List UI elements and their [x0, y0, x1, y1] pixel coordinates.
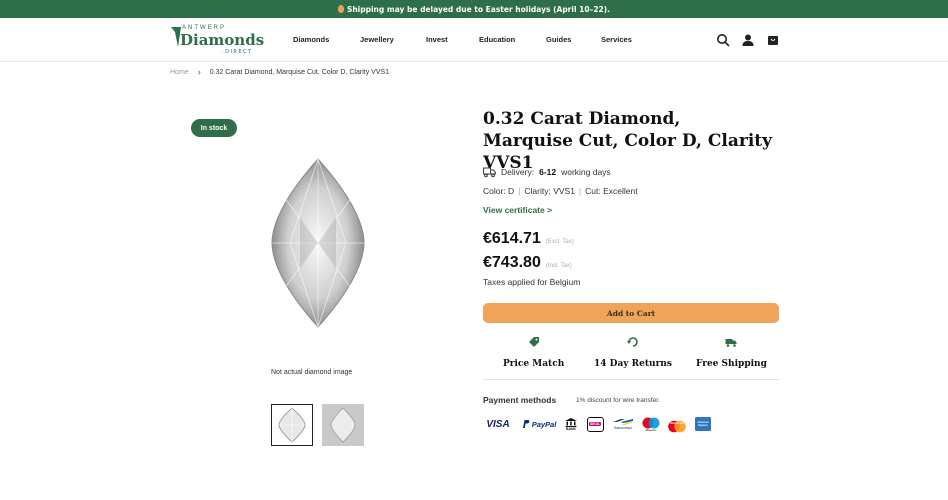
announcement-text: Shipping may be delayed due to Easter ho…: [346, 4, 611, 14]
payment-methods-title: Payment methods: [483, 395, 557, 405]
breadcrumb-current: 0.32 Carat Diamond, Marquise Cut, Color …: [209, 68, 390, 76]
divider: [483, 379, 779, 380]
diamond-image[interactable]: [270, 157, 366, 329]
nav-invest[interactable]: Invest: [426, 35, 448, 44]
feature-price-match: Price Match: [503, 336, 564, 370]
price-incl-tax: €743.80 (Incl. Tax): [483, 254, 572, 272]
spec-separator: |: [578, 186, 582, 196]
price-incl-note: (Incl. Tax): [545, 263, 572, 269]
price-excl-amount: €614.71: [483, 230, 541, 247]
price-incl-amount: €743.80: [483, 254, 541, 271]
account-icon[interactable]: [741, 33, 755, 47]
product-title: 0.32 Carat Diamond, Marquise Cut, Color …: [483, 109, 773, 173]
delivery-suffix: working days: [561, 167, 611, 177]
nav-jewellery[interactable]: Jewellery: [360, 35, 394, 44]
price-excl-note: (Excl. Tax): [545, 239, 574, 245]
nav-guides[interactable]: Guides: [546, 35, 571, 44]
spec-cut: Cut: Excellent: [585, 186, 638, 196]
easter-egg-icon: [337, 5, 344, 13]
image-disclaimer: Not actual diamond image: [271, 369, 353, 376]
price-tag-icon: [528, 337, 539, 347]
paypal-icon: PayPal: [520, 416, 558, 432]
nav-education[interactable]: Education: [479, 35, 515, 44]
thumbnail-diamond-video-icon: [330, 407, 356, 443]
mastercard-icon: Mastercard: [666, 416, 688, 432]
in-stock-badge: In stock: [191, 119, 237, 137]
visa-icon: VISA: [486, 418, 510, 430]
amex-icon: American Express: [694, 416, 712, 432]
logo-bottom-text: .DIRECT: [222, 49, 253, 55]
spec-separator: |: [518, 186, 521, 196]
thumbnail-1[interactable]: [271, 404, 313, 446]
logo-main-text: Diamonds: [180, 31, 265, 49]
bancontact-icon: Bancontact: [610, 416, 636, 432]
maestro-logo-icon: [642, 417, 660, 428]
nav-services[interactable]: Services: [601, 35, 632, 44]
maestro-icon: Maestro: [640, 416, 662, 432]
search-icon[interactable]: [716, 33, 730, 47]
breadcrumb-home[interactable]: Home: [170, 69, 189, 76]
delivery-info: Delivery: 6-12 working days: [483, 166, 611, 178]
bancontact-logo-icon: [613, 419, 633, 425]
shipping-truck-icon: [725, 339, 737, 347]
diamond-specs: Color: D | Clarity: VVS1 | Cut: Excellen…: [483, 186, 638, 196]
ideal-icon: iDEAL: [585, 416, 605, 432]
feature-label: 14 Day Returns: [594, 359, 672, 369]
site-header: ANTWERP Diamonds .DIRECT Diamonds Jewell…: [0, 18, 948, 62]
price-excl-tax: €614.71 (Excl. Tax): [483, 230, 574, 248]
bank-transfer-icon: BANK: [563, 416, 579, 432]
paypal-logo-icon: [522, 420, 530, 428]
nav-diamonds[interactable]: Diamonds: [293, 35, 329, 44]
cart-icon[interactable]: [766, 33, 780, 47]
spec-color: Color: D: [483, 186, 515, 196]
view-certificate-link[interactable]: View certificate >: [483, 205, 552, 215]
spec-clarity: Clarity: VVS1: [524, 186, 575, 196]
feature-returns: 14 Day Returns: [594, 336, 672, 370]
delivery-days: 6-12: [539, 167, 557, 177]
taxes-note: Taxes applied for Belgium: [483, 277, 581, 287]
bank-building-icon: [565, 417, 577, 427]
feature-label: Free Shipping: [696, 359, 767, 369]
feature-free-shipping: Free Shipping: [696, 336, 767, 370]
thumbnail-diamond-icon: [278, 407, 306, 443]
thumbnail-2[interactable]: [322, 404, 364, 446]
announcement-bar: Shipping may be delayed due to Easter ho…: [0, 0, 948, 18]
logo[interactable]: ANTWERP Diamonds .DIRECT: [170, 23, 265, 57]
breadcrumb: Home › 0.32 Carat Diamond, Marquise Cut,…: [170, 67, 389, 77]
delivery-label: Delivery:: [501, 167, 535, 177]
feature-label: Price Match: [503, 359, 565, 369]
returns-icon: [626, 337, 638, 347]
delivery-truck-icon: [483, 167, 496, 178]
payment-methods-note: 1% discount for wire transfer.: [576, 397, 660, 404]
chevron-right-icon: ›: [197, 67, 201, 77]
add-to-cart-button[interactable]: Add to Cart: [483, 303, 779, 323]
